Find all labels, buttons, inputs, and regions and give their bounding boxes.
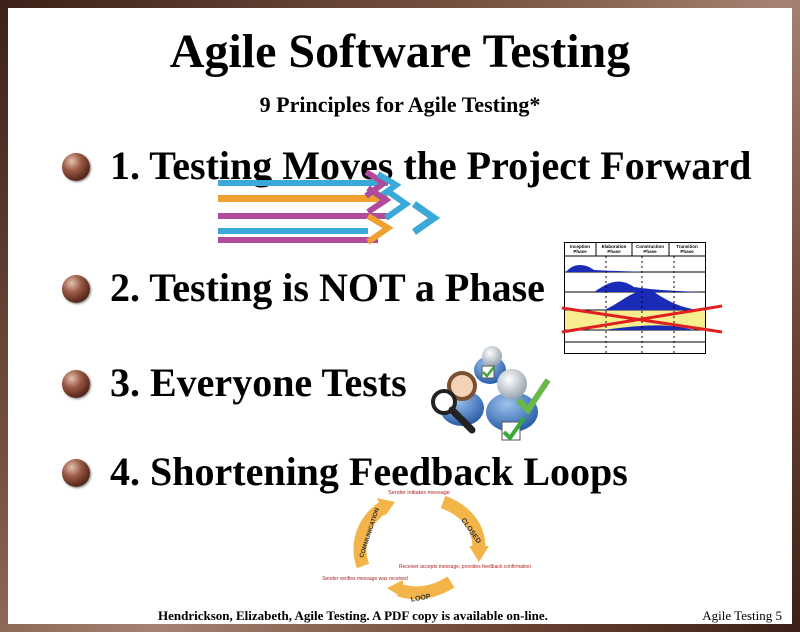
- phase-chart-icon: Inception Phase Elaboration Phase Constr…: [561, 242, 723, 354]
- principle-2: 2. Testing is NOT a Phase: [110, 265, 545, 310]
- bullet-icon: [62, 370, 90, 398]
- bullet-icon: [62, 459, 90, 487]
- svg-text:Phase: Phase: [643, 249, 657, 254]
- footer-citation: Hendrickson, Elizabeth, Agile Testing. A…: [158, 608, 548, 623]
- bullet-icon: [62, 153, 90, 181]
- page-label: Agile Testing 5: [702, 608, 782, 623]
- bullet-icon: [62, 275, 90, 303]
- loop-sender-verifies: Sender verifies message was received: [322, 576, 408, 582]
- svg-text:Phase: Phase: [680, 249, 694, 254]
- svg-text:Phase: Phase: [607, 249, 621, 254]
- people-testing-icon: [431, 346, 551, 442]
- slide-title: Agile Software Testing: [169, 25, 631, 78]
- svg-text:Phase: Phase: [573, 249, 587, 254]
- feedback-loop-diagram: Sender initiates message Receiver accept…: [322, 490, 531, 604]
- slide-subtitle: 9 Principles for Agile Testing*: [259, 92, 541, 117]
- loop-receiver-accepts: Receiver accepts message, provides feedb…: [399, 564, 531, 570]
- arrows-icon: [218, 169, 441, 245]
- loop-sender-initiates: Sender initiates message: [388, 490, 450, 496]
- principle-3: 3. Everyone Tests: [110, 360, 407, 405]
- slide: Agile Software Testing 9 Principles for …: [8, 8, 792, 624]
